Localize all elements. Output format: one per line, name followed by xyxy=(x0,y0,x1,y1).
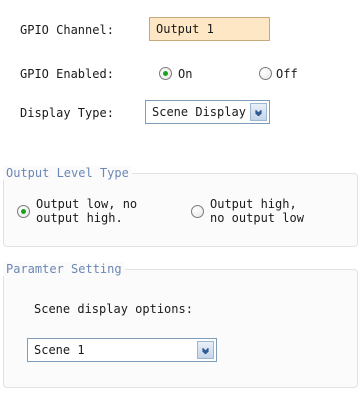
scene-value: Scene 1 xyxy=(34,343,85,357)
output-high-radio[interactable] xyxy=(191,205,204,218)
display-type-value: Scene Display xyxy=(152,105,246,119)
gpio-enabled-on-label[interactable]: On xyxy=(178,67,192,81)
output-low-label-line1[interactable]: Output low, no xyxy=(36,197,137,211)
output-level-group-title: Output Level Type xyxy=(3,166,132,180)
gpio-channel-label: GPIO Channel: xyxy=(20,23,114,37)
scene-display-options-label: Scene display options: xyxy=(34,302,193,316)
chevron-down-icon xyxy=(202,347,209,354)
scene-select[interactable]: Scene 1 xyxy=(27,338,217,362)
scene-dropdown-button[interactable] xyxy=(197,341,214,359)
display-type-label: Display Type: xyxy=(20,106,114,120)
gpio-settings-panel: { "gpio": { "channel_label": "GPIO Chann… xyxy=(0,0,361,399)
parameter-setting-group-title: Paramter Setting xyxy=(3,262,125,276)
gpio-channel-field[interactable]: Output 1 xyxy=(149,17,270,41)
chevron-down-icon xyxy=(255,109,262,116)
display-type-select[interactable]: Scene Display xyxy=(145,100,270,124)
parameter-setting-group xyxy=(3,269,358,388)
gpio-enabled-label: GPIO Enabled: xyxy=(20,67,114,81)
output-low-radio[interactable] xyxy=(17,205,30,218)
display-type-dropdown-button[interactable] xyxy=(250,103,267,121)
output-high-label-line1[interactable]: Output high, xyxy=(210,197,297,211)
gpio-enabled-off-label[interactable]: Off xyxy=(276,67,298,81)
gpio-enabled-on-radio[interactable] xyxy=(159,67,172,80)
output-high-label-line2[interactable]: no output low xyxy=(210,211,304,225)
output-low-label-line2[interactable]: output high. xyxy=(36,211,123,225)
gpio-enabled-off-radio[interactable] xyxy=(259,67,272,80)
radio-selected-dot xyxy=(21,209,26,214)
radio-selected-dot xyxy=(163,71,168,76)
